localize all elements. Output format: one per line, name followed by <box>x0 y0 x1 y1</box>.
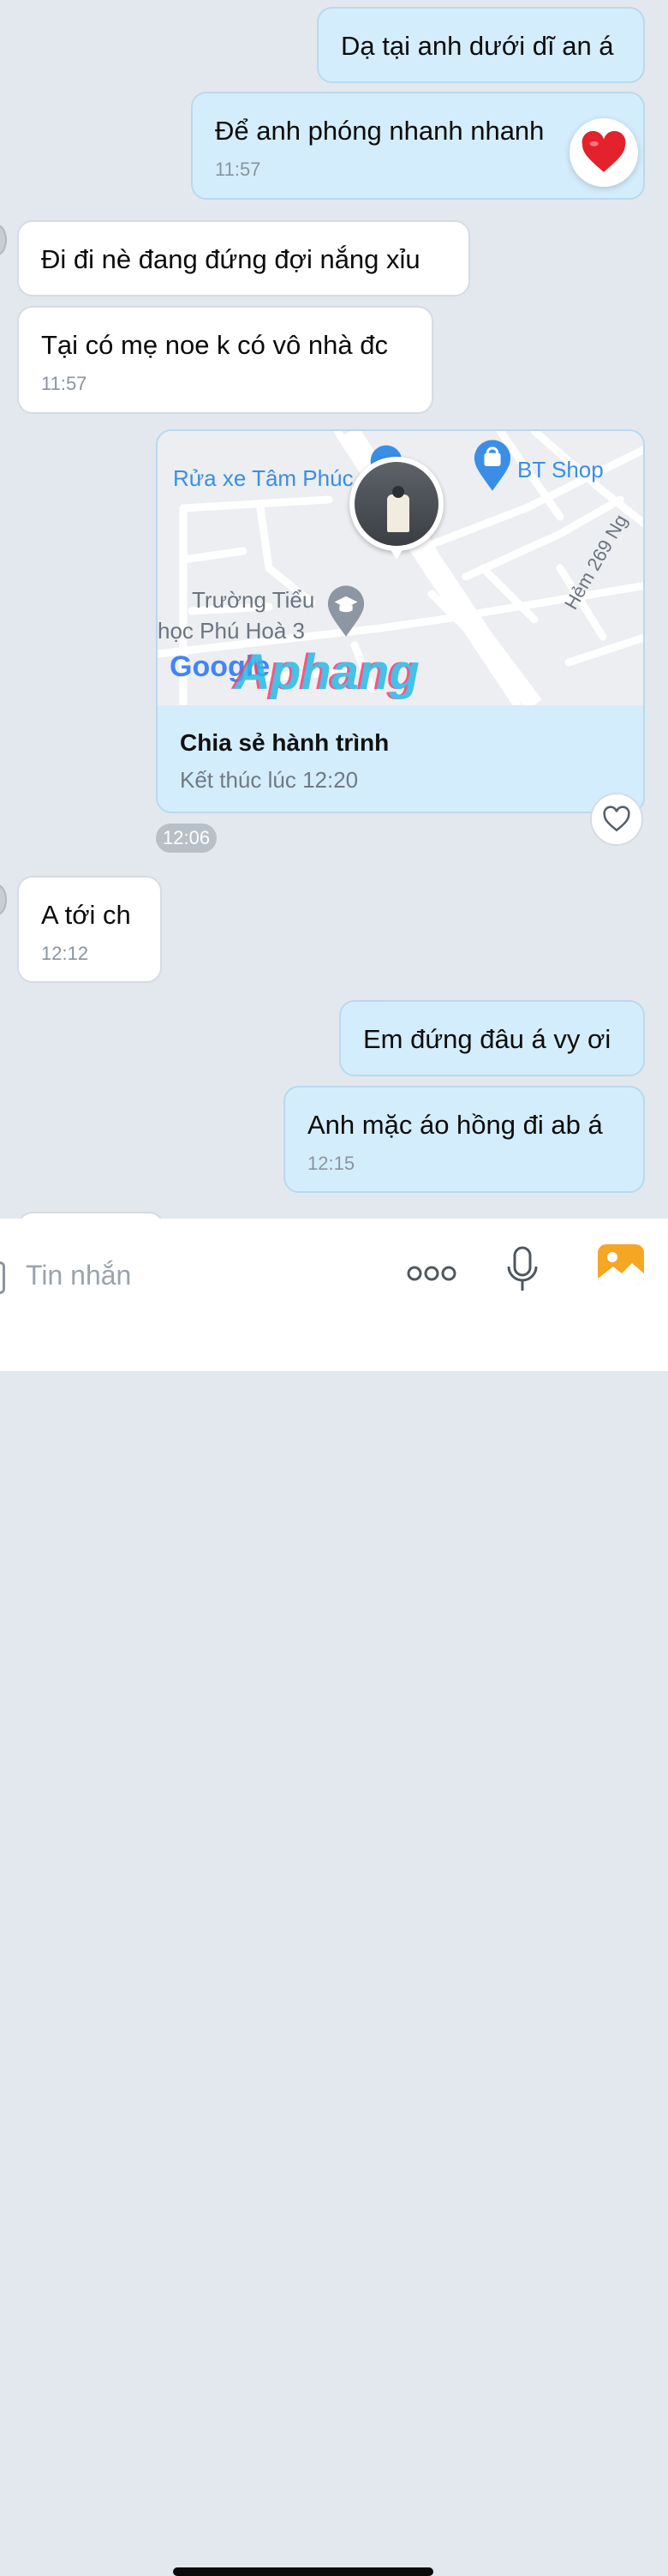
user-location-marker[interactable] <box>349 457 444 566</box>
react-button[interactable] <box>590 793 643 846</box>
map-label-shop: BT Shop <box>517 457 604 482</box>
message-text: Dạ tại anh dưới dĩ an á <box>341 31 614 61</box>
heart-outline-icon <box>603 806 630 832</box>
message-input[interactable]: Tin nhắn <box>26 1260 131 1291</box>
message-text: Để anh phóng nhanh nhanh <box>215 116 545 146</box>
user-avatar <box>349 457 444 551</box>
message-text: Tại có mẹ noe k có vô nhà đc <box>41 330 388 360</box>
message-time: 11:57 <box>215 159 261 180</box>
red-heart-icon <box>582 131 626 172</box>
map-preview[interactable]: Rửa xe Tâm Phúc BT Shop Trường Tiểu học … <box>158 431 643 705</box>
sender-avatar[interactable] <box>0 884 7 915</box>
message-time: 12:15 <box>307 1153 355 1174</box>
message-text: A tới ch <box>41 900 131 930</box>
map-label-school-line2: học Phú Hoà 3 <box>158 618 306 644</box>
image-icon <box>598 1252 644 1285</box>
map-label-car-wash: Rửa xe Tâm Phúc <box>173 465 354 491</box>
shared-journey-card[interactable]: Rửa xe Tâm Phúc BT Shop Trường Tiểu học … <box>156 429 645 813</box>
message-text: Đi đi nè đang đứng đợi nắng xỉu <box>41 244 420 274</box>
school-pin-icon <box>327 585 365 637</box>
journey-title: Chia sẻ hành trình <box>180 729 390 756</box>
incoming-message[interactable]: Đi đi nè đang đứng đợi nắng xỉu <box>17 220 470 297</box>
message-time-badge: 12:06 <box>156 824 218 853</box>
sticker-icon[interactable] <box>0 1261 5 1294</box>
heart-reaction[interactable] <box>570 118 638 187</box>
gallery-icon[interactable] <box>598 1244 644 1285</box>
shop-pin-icon <box>474 440 511 491</box>
home-indicator <box>173 2567 433 2576</box>
more-icon[interactable] <box>406 1263 457 1284</box>
outgoing-message[interactable]: Em đứng đâu á vy ơi <box>339 1000 645 1076</box>
message-text: Anh mặc áo hồng đi ab á <box>307 1110 603 1140</box>
sender-avatar[interactable] <box>0 225 7 255</box>
incoming-message[interactable]: Tại có mẹ noe k có vô nhà đc 11:57 <box>17 306 433 414</box>
chat-thread[interactable]: Dạ tại anh dưới dĩ an á Để anh phóng nha… <box>0 0 668 1219</box>
message-time: 11:57 <box>41 373 87 394</box>
incoming-message[interactable]: A tới ch 12:12 <box>17 876 162 983</box>
journey-info: Chia sẻ hành trình Kết thúc lúc 12:20 <box>158 705 643 794</box>
outgoing-message[interactable]: Dạ tại anh dưới dĩ an á <box>317 7 645 83</box>
incoming-message-partial[interactable] <box>17 1212 164 1219</box>
message-time: 12:12 <box>41 943 89 964</box>
message-text: Em đứng đâu á vy ơi <box>363 1024 611 1054</box>
microphone-icon[interactable] <box>505 1246 540 1294</box>
journey-end-time: Kết thúc lúc 12:20 <box>180 767 359 793</box>
watermark-logo: Aphang <box>235 644 420 700</box>
outgoing-message[interactable]: Anh mặc áo hồng đi ab á 12:15 <box>283 1086 645 1193</box>
message-composer: Tin nhắn <box>0 1219 668 2576</box>
map-label-school-line1: Trường Tiểu <box>192 587 315 613</box>
